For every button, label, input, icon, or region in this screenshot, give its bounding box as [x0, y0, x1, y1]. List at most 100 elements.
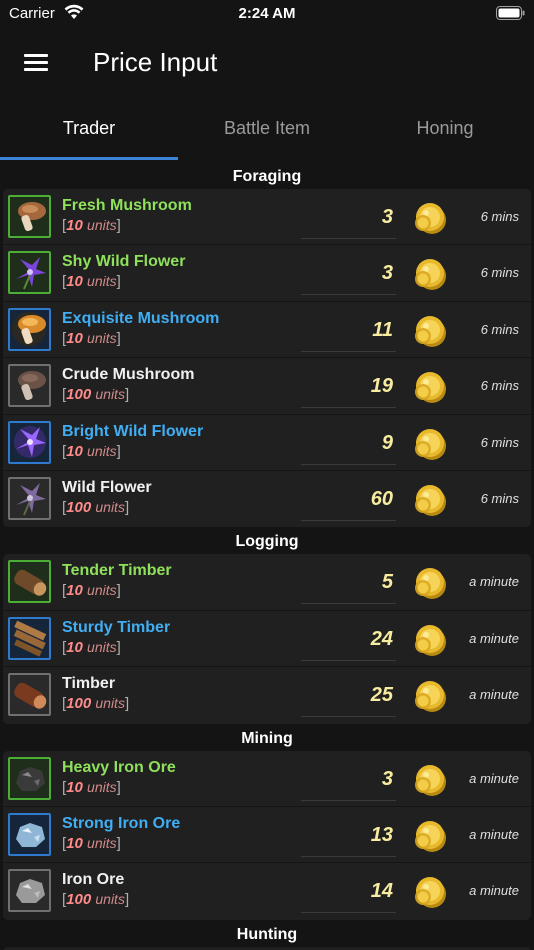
item-thumbnail-icon	[8, 420, 51, 464]
list-item[interactable]: Timber [100 units] 25 a minute	[3, 667, 531, 723]
gold-coin-icon	[410, 675, 450, 715]
price-value: 5	[381, 571, 393, 594]
price-value: 24	[370, 627, 393, 650]
item-units: [10 units]	[62, 273, 121, 291]
price-value: 13	[370, 823, 393, 846]
tab-trader[interactable]: Trader	[0, 96, 178, 160]
unit-count: 100	[66, 891, 92, 909]
unit-label: units	[95, 386, 125, 403]
gold-coin-icon	[410, 815, 450, 855]
unit-label: units	[87, 273, 117, 290]
price-input[interactable]: 14	[301, 869, 396, 914]
list-item[interactable]: Sturdy Timber [10 units] 24 a minute	[3, 611, 531, 668]
section-group-foraging: Fresh Mushroom [10 units] 3 6 mins Shy Wild …	[3, 189, 531, 528]
price-value: 9	[381, 431, 393, 454]
item-units: [100 units]	[62, 498, 130, 516]
price-input[interactable]: 25	[301, 673, 396, 718]
list-item[interactable]: Iron Ore [100 units] 14 a minute	[3, 863, 531, 919]
list-item[interactable]: Crude Mushroom [100 units] 19 6 mins	[3, 358, 531, 415]
unit-count: 10	[66, 217, 83, 234]
price-value: 3	[381, 206, 393, 228]
item-name: Timber	[62, 675, 116, 693]
item-name: Fresh Mushroom	[62, 197, 192, 214]
price-value: 14	[370, 880, 393, 903]
list-item[interactable]: Shy Wild Flower [10 units] 3 6 mins	[3, 245, 531, 302]
section-header-logging: Logging	[235, 533, 299, 551]
price-value: 11	[372, 318, 393, 341]
item-thumbnail-icon	[8, 812, 51, 856]
item-units: [100 units]	[62, 891, 130, 909]
price-value: 60	[370, 487, 393, 510]
item-units: [10 units]	[62, 329, 121, 347]
updated-time: 6 mins	[480, 321, 519, 337]
status-bar: Carrier 2:24 AM	[0, 0, 534, 30]
updated-time: 6 mins	[480, 265, 519, 281]
price-value: 3	[381, 262, 393, 285]
gold-coin-icon	[410, 562, 450, 602]
list-item[interactable]: Strong Iron Ore [10 units] 13 a minute	[3, 807, 531, 864]
item-name: Strong Iron Ore	[62, 814, 181, 832]
price-input[interactable]: 3	[301, 757, 396, 801]
unit-count: 100	[66, 498, 92, 516]
list-item[interactable]: Fresh Mushroom [10 units] 3 6 mins	[3, 189, 531, 246]
updated-time: 6 mins	[480, 209, 519, 224]
unit-label: units	[87, 582, 117, 599]
list-item[interactable]: Wild Flower [100 units] 60 6 mins	[3, 471, 531, 527]
hamburger-menu-icon[interactable]	[24, 54, 48, 72]
tab-honing[interactable]: Honing	[356, 96, 534, 160]
updated-time: 6 mins	[480, 434, 519, 450]
item-thumbnail-icon	[8, 673, 51, 717]
item-thumbnail-icon	[8, 195, 51, 238]
item-units: [10 units]	[62, 778, 121, 796]
clock: 2:24 AM	[238, 5, 296, 22]
section-header-hunting: Hunting	[236, 925, 298, 943]
tab-indicator	[0, 157, 178, 160]
gold-coin-icon	[410, 871, 450, 911]
gold-coin-icon	[410, 423, 450, 463]
section-group-mining: Heavy Iron Ore [10 units] 3 a minute Strong …	[3, 750, 531, 920]
item-thumbnail-icon	[8, 616, 51, 660]
list-item[interactable]: Heavy Iron Ore [10 units] 3 a minute	[3, 751, 531, 807]
list-item[interactable]: Exquisite Mushroom [10 units] 11 6 mins	[3, 302, 531, 359]
updated-time: a minute	[469, 687, 519, 703]
unit-count: 10	[66, 329, 83, 347]
page-title: Price Input	[93, 47, 218, 77]
price-input[interactable]: 19	[301, 364, 396, 409]
gold-coin-icon	[410, 479, 450, 519]
price-input[interactable]: 11	[301, 308, 396, 352]
price-input[interactable]: 3	[301, 195, 396, 239]
item-units: [10 units]	[62, 638, 121, 656]
updated-time: a minute	[469, 883, 519, 899]
unit-count: 100	[66, 695, 92, 713]
price-input[interactable]: 13	[301, 813, 396, 857]
list-item[interactable]: Bright Wild Flower [10 units] 9 6 mins	[3, 415, 531, 471]
price-input[interactable]: 24	[301, 617, 396, 661]
gold-coin-icon	[410, 310, 450, 350]
unit-count: 10	[66, 442, 83, 460]
list-item[interactable]: Tender Timber [10 units] 5 a minute	[3, 554, 531, 611]
unit-label: units	[87, 217, 117, 233]
updated-time: a minute	[469, 630, 519, 646]
item-thumbnail-icon	[8, 364, 51, 408]
item-name: Sturdy Timber	[62, 618, 171, 636]
unit-count: 100	[66, 386, 92, 404]
item-name: Exquisite Mushroom	[62, 309, 220, 327]
price-input[interactable]: 60	[301, 477, 396, 521]
battery-icon	[496, 6, 525, 20]
tab-battle-item[interactable]: Battle Item	[178, 96, 356, 160]
price-input[interactable]: 5	[301, 560, 396, 605]
unit-label: units	[87, 834, 117, 851]
price-input[interactable]: 9	[301, 421, 396, 465]
price-value: 19	[370, 375, 393, 398]
price-input[interactable]: 3	[301, 251, 396, 296]
unit-label: units	[87, 329, 117, 346]
unit-count: 10	[66, 582, 83, 600]
item-name: Crude Mushroom	[62, 366, 195, 384]
unit-count: 10	[66, 638, 83, 656]
item-name: Wild Flower	[62, 478, 152, 496]
unit-label: units	[95, 695, 125, 712]
item-thumbnail-icon	[8, 560, 51, 604]
updated-time: 6 mins	[480, 378, 519, 394]
section-header-foraging: Foraging	[232, 168, 302, 185]
gold-coin-icon	[410, 619, 450, 659]
